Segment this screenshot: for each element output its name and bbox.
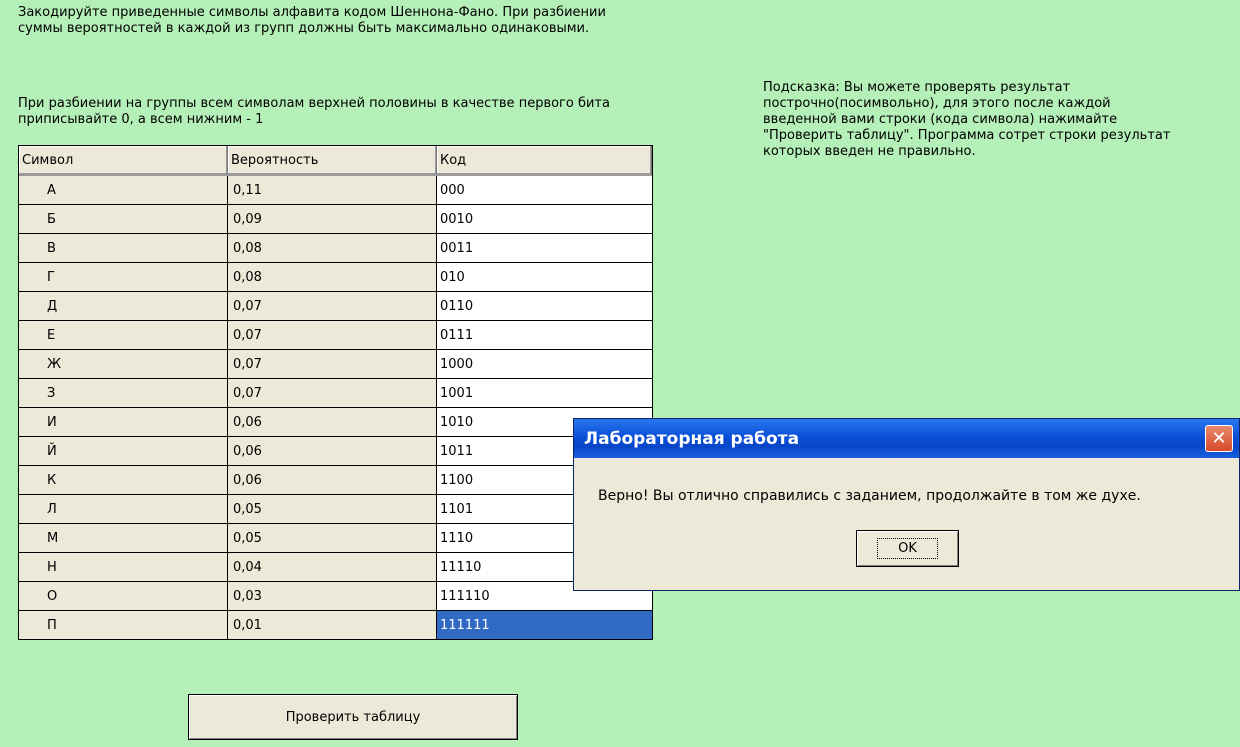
code-cell[interactable]: 0011 [437, 234, 652, 262]
table-row[interactable]: Г 0,08 010 [19, 262, 652, 291]
symbol-cell: З [19, 379, 228, 407]
probability-cell: 0,07 [228, 321, 437, 349]
column-header-probability[interactable]: Вероятность [228, 146, 437, 174]
table-row[interactable]: И 0,06 1010 [19, 407, 652, 436]
table-row[interactable]: В 0,08 0011 [19, 233, 652, 262]
symbol-cell: Ж [19, 350, 228, 378]
table-row[interactable]: З 0,07 1001 [19, 378, 652, 407]
symbol-cell: Н [19, 553, 228, 581]
symbol-cell: К [19, 466, 228, 494]
table-row[interactable]: К 0,06 1100 [19, 465, 652, 494]
table-row[interactable]: Ж 0,07 1000 [19, 349, 652, 378]
symbol-cell: О [19, 582, 228, 610]
code-cell[interactable]: 010 [437, 263, 652, 291]
probability-cell: 0,04 [228, 553, 437, 581]
table-row[interactable]: Е 0,07 0111 [19, 320, 652, 349]
probability-cell: 0,06 [228, 408, 437, 436]
code-cell[interactable]: 000 [437, 176, 652, 204]
code-cell[interactable]: 0111 [437, 321, 652, 349]
probability-cell: 0,06 [228, 437, 437, 465]
probability-cell: 0,05 [228, 524, 437, 552]
probability-cell: 0,07 [228, 379, 437, 407]
probability-cell: 0,08 [228, 263, 437, 291]
probability-cell: 0,03 [228, 582, 437, 610]
ok-button[interactable]: OK [856, 530, 959, 567]
code-cell[interactable]: 0010 [437, 205, 652, 233]
instruction-text-2: При разбиении на группы всем символам ве… [18, 96, 610, 127]
column-header-symbol[interactable]: Символ [19, 146, 228, 174]
probability-cell: 0,07 [228, 350, 437, 378]
symbol-cell: Е [19, 321, 228, 349]
symbol-cell: Г [19, 263, 228, 291]
table-row[interactable]: М 0,05 1110 [19, 523, 652, 552]
probability-cell: 0,01 [228, 611, 437, 639]
symbol-cell: А [19, 176, 228, 204]
symbol-cell: Й [19, 437, 228, 465]
table-row[interactable]: Н 0,04 11110 [19, 552, 652, 581]
code-cell[interactable]: 1000 [437, 350, 652, 378]
table-row[interactable]: Л 0,05 1101 [19, 494, 652, 523]
probability-cell: 0,07 [228, 292, 437, 320]
probability-cell: 0,09 [228, 205, 437, 233]
dialog-title-bar[interactable]: Лабораторная работа ✕ [574, 419, 1239, 458]
code-cell[interactable]: 1001 [437, 379, 652, 407]
table-row[interactable]: П 0,01 111111 [19, 610, 652, 639]
ok-button-label: OK [877, 538, 938, 559]
probability-cell: 0,08 [228, 234, 437, 262]
symbol-cell: Д [19, 292, 228, 320]
table-row[interactable]: Д 0,07 0110 [19, 291, 652, 320]
symbol-cell: И [19, 408, 228, 436]
code-cell[interactable]: 111111 [437, 611, 652, 639]
symbol-cell: Л [19, 495, 228, 523]
close-icon[interactable]: ✕ [1205, 425, 1233, 452]
check-table-button[interactable]: Проверить таблицу [188, 694, 518, 740]
table-row[interactable]: Й 0,06 1011 [19, 436, 652, 465]
symbol-cell: В [19, 234, 228, 262]
probability-cell: 0,06 [228, 466, 437, 494]
code-table: Символ Вероятность Код А 0,11 000 Б 0,09 0010… [18, 145, 653, 640]
table-header: Символ Вероятность Код [19, 146, 652, 176]
code-cell[interactable]: 0110 [437, 292, 652, 320]
symbol-cell: М [19, 524, 228, 552]
dialog-title: Лабораторная работа [584, 428, 800, 449]
probability-cell: 0,05 [228, 495, 437, 523]
symbol-cell: П [19, 611, 228, 639]
table-row[interactable]: А 0,11 000 [19, 176, 652, 204]
probability-cell: 0,11 [228, 176, 437, 204]
message-dialog: Лабораторная работа ✕ Верно! Вы отлично … [573, 418, 1240, 591]
column-header-code[interactable]: Код [437, 146, 652, 174]
hint-text: Подсказка: Вы можете проверять результат… [763, 80, 1171, 159]
table-row[interactable]: Б 0,09 0010 [19, 204, 652, 233]
table-row[interactable]: О 0,03 111110 [19, 581, 652, 610]
symbol-cell: Б [19, 205, 228, 233]
instruction-text: Закодируйте приведенные символы алфавита… [18, 5, 606, 36]
dialog-message: Верно! Вы отлично справились с заданием,… [598, 488, 1141, 504]
